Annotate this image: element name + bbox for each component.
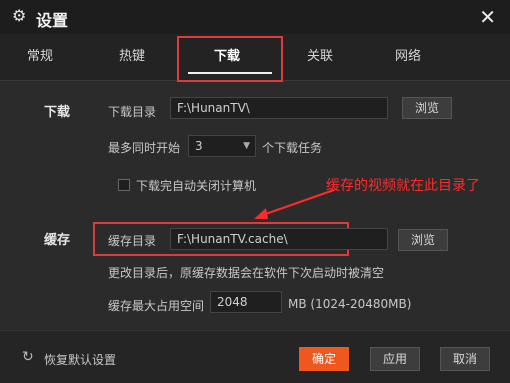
settings-dialog: ⚙ 设置 ✕ 常规 热键 下载 关联 网络 下载 下载目录 F:\HunanTV… [0, 0, 510, 383]
max-tasks-prefix: 最多同时开始 [108, 141, 181, 155]
tab-general[interactable]: 常规 [10, 34, 70, 80]
cache-max-label: 缓存最大占用空间 [108, 299, 205, 313]
apply-button[interactable]: 应用 [370, 347, 420, 371]
cache-note: 更改目录后，原缓存数据会在软件下次启动时被清空 [108, 266, 385, 280]
tab-hotkeys[interactable]: 热键 [102, 34, 162, 80]
tab-highlight-box [177, 36, 283, 82]
cache-browse-button[interactable]: 浏览 [398, 229, 448, 251]
annotation-arrow-icon [254, 189, 335, 219]
cache-dir-label: 缓存目录 [108, 234, 157, 248]
cancel-button[interactable]: 取消 [440, 347, 490, 371]
title-bar: ⚙ 设置 ✕ [0, 0, 510, 34]
dialog-footer: ↻ 恢复默认设置 确定 应用 取消 [0, 330, 510, 383]
annotation-text: 缓存的视频就在此目录了 [326, 178, 480, 194]
download-browse-button[interactable]: 浏览 [402, 97, 452, 119]
shutdown-label: 下载完自动关闭计算机 [136, 179, 257, 193]
max-tasks-select[interactable]: 3 ▼ [188, 135, 256, 157]
restore-icon: ↻ [22, 349, 34, 365]
cache-max-unit: MB (1024-20480MB) [288, 297, 412, 311]
gear-icon: ⚙ [12, 6, 27, 25]
cache-dir-input[interactable]: F:\HunanTV.cache\ [170, 228, 388, 250]
dialog-title: 设置 [36, 11, 69, 30]
tab-network[interactable]: 网络 [378, 34, 438, 80]
chevron-down-icon: ▼ [243, 141, 250, 151]
restore-defaults-link[interactable]: 恢复默认设置 [44, 351, 116, 368]
download-dir-label: 下载目录 [108, 105, 157, 119]
download-dir-input[interactable]: F:\HunanTV\ [170, 97, 388, 119]
tab-association[interactable]: 关联 [290, 34, 350, 80]
cache-section-label: 缓存 [44, 233, 71, 248]
shutdown-checkbox[interactable] [118, 179, 130, 191]
max-tasks-value: 3 [195, 139, 203, 153]
cache-max-input[interactable]: 2048 [210, 291, 282, 313]
download-section-label: 下载 [44, 105, 71, 120]
max-tasks-suffix: 个下载任务 [262, 141, 323, 155]
ok-button[interactable]: 确定 [299, 347, 349, 371]
close-icon[interactable]: ✕ [479, 5, 496, 29]
